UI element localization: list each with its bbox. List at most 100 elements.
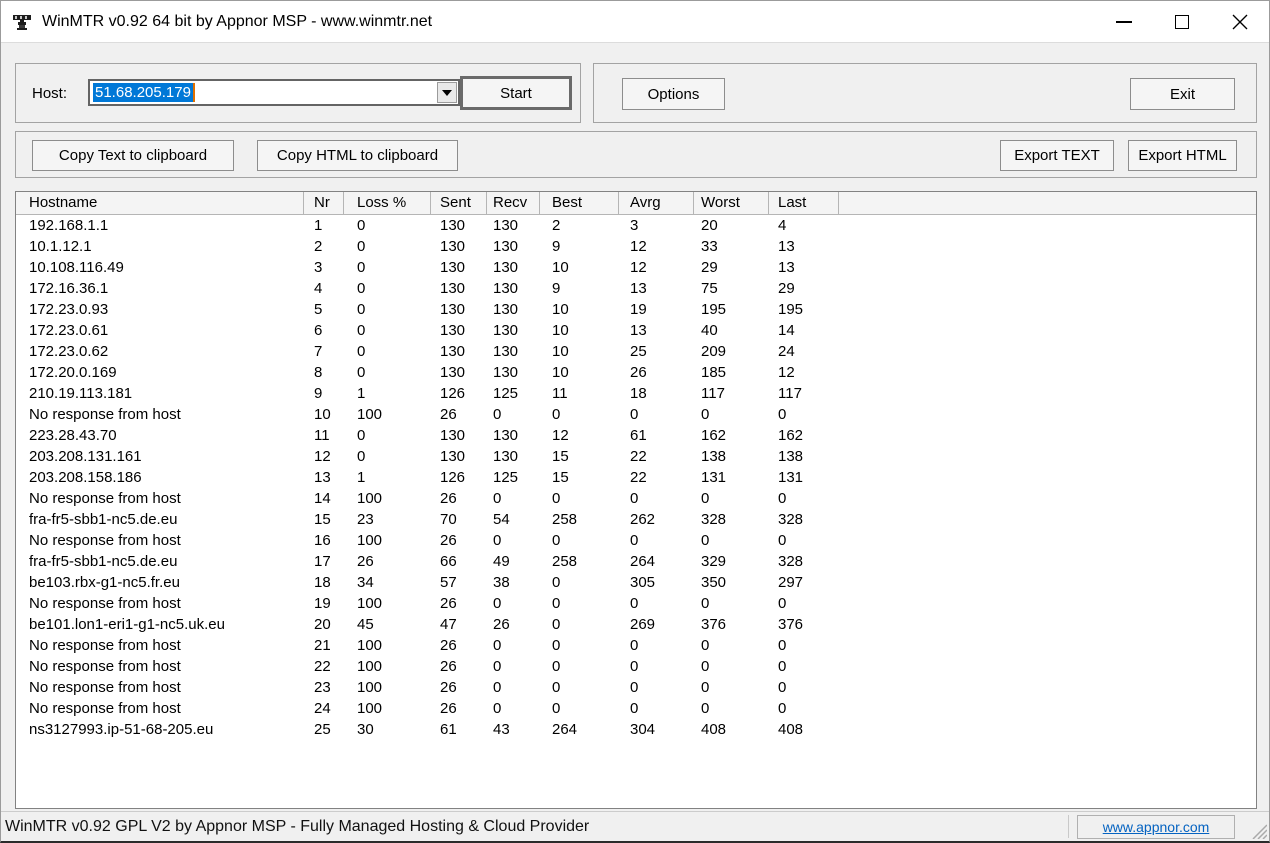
cell-hostname: 10.108.116.49 bbox=[16, 257, 304, 278]
table-row[interactable]: 172.16.36.1401301309137529 bbox=[16, 278, 1256, 299]
cell-recv: 130 bbox=[487, 362, 540, 383]
text-caret bbox=[193, 83, 195, 102]
cell-loss: 100 bbox=[344, 677, 431, 698]
start-button[interactable]: Start bbox=[460, 76, 572, 110]
minimize-button[interactable] bbox=[1095, 1, 1153, 43]
table-row[interactable]: fra-fr5-sbb1-nc5.de.eu172666492582643293… bbox=[16, 551, 1256, 572]
cell-loss: 0 bbox=[344, 257, 431, 278]
cell-hostname: 172.23.0.61 bbox=[16, 320, 304, 341]
status-text: WinMTR v0.92 GPL V2 by Appnor MSP - Full… bbox=[5, 818, 589, 836]
exit-button[interactable]: Exit bbox=[1130, 78, 1235, 110]
table-row[interactable]: 210.19.113.181911261251118117117 bbox=[16, 383, 1256, 404]
column-header-filler bbox=[839, 192, 1256, 214]
column-header-recv[interactable]: Recv bbox=[487, 192, 540, 214]
resize-grip-icon[interactable] bbox=[1251, 823, 1267, 839]
host-dropdown-button[interactable] bbox=[437, 82, 457, 103]
maximize-icon bbox=[1175, 15, 1189, 29]
table-row[interactable]: 203.208.158.1861311261251522131131 bbox=[16, 467, 1256, 488]
cell-last: 13 bbox=[769, 257, 839, 278]
table-row[interactable]: No response from host191002600000 bbox=[16, 593, 1256, 614]
table-row[interactable]: fra-fr5-sbb1-nc5.de.eu152370542582623283… bbox=[16, 509, 1256, 530]
cell-hostname: No response from host bbox=[16, 635, 304, 656]
column-header-sent[interactable]: Sent bbox=[431, 192, 487, 214]
table-row[interactable]: be101.lon1-eri1-g1-nc5.uk.eu204547260269… bbox=[16, 614, 1256, 635]
copy-text-button[interactable]: Copy Text to clipboard bbox=[32, 140, 234, 171]
app-icon bbox=[12, 12, 32, 32]
cell-last: 29 bbox=[769, 278, 839, 299]
cell-worst: 195 bbox=[694, 299, 769, 320]
close-button[interactable] bbox=[1211, 1, 1269, 43]
cell-recv: 130 bbox=[487, 320, 540, 341]
table-row[interactable]: No response from host161002600000 bbox=[16, 530, 1256, 551]
cell-nr: 11 bbox=[304, 425, 344, 446]
cell-recv: 125 bbox=[487, 383, 540, 404]
table-row[interactable]: 172.20.0.16980130130102618512 bbox=[16, 362, 1256, 383]
cell-recv: 0 bbox=[487, 404, 540, 425]
cell-worst: 0 bbox=[694, 698, 769, 719]
column-header-last[interactable]: Last bbox=[769, 192, 839, 214]
cell-avrg: 0 bbox=[619, 593, 694, 614]
cell-worst: 131 bbox=[694, 467, 769, 488]
cell-best: 15 bbox=[540, 446, 619, 467]
host-input-value[interactable]: 51.68.205.179 bbox=[93, 83, 193, 102]
cell-loss: 1 bbox=[344, 383, 431, 404]
cell-loss: 0 bbox=[344, 236, 431, 257]
cell-loss: 100 bbox=[344, 635, 431, 656]
cell-recv: 0 bbox=[487, 698, 540, 719]
table-row[interactable]: 172.23.0.6270130130102520924 bbox=[16, 341, 1256, 362]
cell-sent: 126 bbox=[431, 383, 487, 404]
cell-nr: 23 bbox=[304, 677, 344, 698]
maximize-button[interactable] bbox=[1153, 1, 1211, 43]
winmtr-window: WinMTR v0.92 64 bit by Appnor MSP - www.… bbox=[0, 0, 1270, 843]
cell-last: 0 bbox=[769, 635, 839, 656]
export-text-button[interactable]: Export TEXT bbox=[1000, 140, 1114, 171]
column-header-worst[interactable]: Worst bbox=[694, 192, 769, 214]
cell-loss: 100 bbox=[344, 488, 431, 509]
table-row[interactable]: 192.168.1.11013013023204 bbox=[16, 215, 1256, 236]
export-html-button[interactable]: Export HTML bbox=[1128, 140, 1237, 171]
table-row[interactable]: No response from host211002600000 bbox=[16, 635, 1256, 656]
appnor-link[interactable]: www.appnor.com bbox=[1103, 819, 1210, 835]
table-row[interactable]: 223.28.43.701101301301261162162 bbox=[16, 425, 1256, 446]
cell-avrg: 262 bbox=[619, 509, 694, 530]
cell-worst: 40 bbox=[694, 320, 769, 341]
table-row[interactable]: 172.23.0.93501301301019195195 bbox=[16, 299, 1256, 320]
status-bar: WinMTR v0.92 GPL V2 by Appnor MSP - Full… bbox=[1, 811, 1269, 841]
table-row[interactable]: No response from host221002600000 bbox=[16, 656, 1256, 677]
cell-hostname: 172.16.36.1 bbox=[16, 278, 304, 299]
cell-hostname: No response from host bbox=[16, 404, 304, 425]
copy-html-button[interactable]: Copy HTML to clipboard bbox=[257, 140, 458, 171]
cell-recv: 0 bbox=[487, 593, 540, 614]
column-header-best[interactable]: Best bbox=[540, 192, 619, 214]
table-row[interactable]: 203.208.131.1611201301301522138138 bbox=[16, 446, 1256, 467]
cell-recv: 130 bbox=[487, 215, 540, 236]
title-bar: WinMTR v0.92 64 bit by Appnor MSP - www.… bbox=[1, 1, 1269, 43]
table-row[interactable]: No response from host231002600000 bbox=[16, 677, 1256, 698]
table-row[interactable]: 10.108.116.493013013010122913 bbox=[16, 257, 1256, 278]
table-row[interactable]: No response from host241002600000 bbox=[16, 698, 1256, 719]
cell-best: 0 bbox=[540, 677, 619, 698]
host-combobox[interactable]: 51.68.205.179 bbox=[88, 79, 460, 106]
column-header-nr[interactable]: Nr bbox=[304, 192, 344, 214]
table-row[interactable]: 172.23.0.616013013010134014 bbox=[16, 320, 1256, 341]
cell-avrg: 13 bbox=[619, 278, 694, 299]
table-row[interactable]: ns3127993.ip-51-68-205.eu253061432643044… bbox=[16, 719, 1256, 740]
cell-sent: 130 bbox=[431, 320, 487, 341]
cell-worst: 408 bbox=[694, 719, 769, 740]
table-row[interactable]: No response from host101002600000 bbox=[16, 404, 1256, 425]
cell-best: 12 bbox=[540, 425, 619, 446]
options-button[interactable]: Options bbox=[622, 78, 725, 110]
column-header-avrg[interactable]: Avrg bbox=[619, 192, 694, 214]
cell-nr: 10 bbox=[304, 404, 344, 425]
table-row[interactable]: 10.1.12.1201301309123313 bbox=[16, 236, 1256, 257]
cell-sent: 130 bbox=[431, 341, 487, 362]
table-row[interactable]: No response from host141002600000 bbox=[16, 488, 1256, 509]
cell-best: 0 bbox=[540, 614, 619, 635]
column-header-hostname[interactable]: Hostname bbox=[16, 192, 304, 214]
cell-best: 10 bbox=[540, 320, 619, 341]
cell-avrg: 0 bbox=[619, 635, 694, 656]
column-header-loss[interactable]: Loss % bbox=[344, 192, 431, 214]
cell-worst: 329 bbox=[694, 551, 769, 572]
table-row[interactable]: be103.rbx-g1-nc5.fr.eu183457380305350297 bbox=[16, 572, 1256, 593]
cell-sent: 26 bbox=[431, 593, 487, 614]
